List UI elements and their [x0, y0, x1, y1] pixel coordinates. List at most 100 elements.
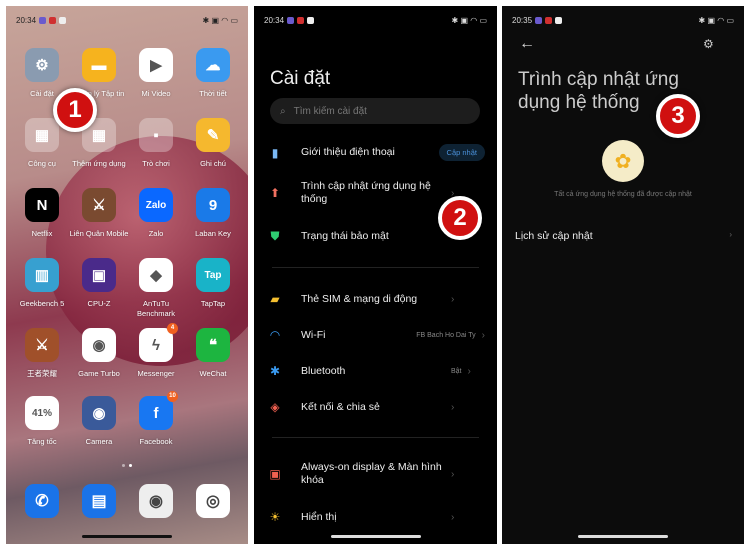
page-title: Cài đặt [270, 68, 331, 89]
status-bar: 20:34 ✱ ▣ ◠ ▭ [264, 14, 487, 26]
app-netflix[interactable]: N Netflix [12, 188, 72, 239]
item-label: Kết nối & chia sẻ [301, 400, 380, 413]
update-history-row[interactable]: Lịch sử cập nhật › [515, 230, 732, 242]
app-laban-key[interactable]: 9 Laban Key [183, 188, 243, 239]
settings-item[interactable]: ◠ Wi-Fi FB Bach Ho Dai Ty › [268, 327, 485, 343]
chevron-right-icon: › [451, 468, 455, 480]
app-label: Tăng tốc [27, 437, 57, 446]
sun-icon: ☀ [269, 510, 281, 524]
app-label: Game Turbo [78, 369, 120, 378]
arrow-up-icon: ⬆ [269, 186, 281, 200]
app-antutu-benchmark[interactable]: ◆ AnTuTu Benchmark [126, 258, 186, 319]
share-icon: ◈ [270, 400, 280, 414]
app-messenger[interactable]: ϟ 4 Messenger [126, 323, 186, 379]
step-badge-3: 3 [656, 94, 700, 138]
app-taptap[interactable]: Tap TapTap [183, 258, 243, 309]
app-label: Laban Key [195, 229, 231, 238]
clock: 20:34 [16, 15, 37, 25]
chevron-right-icon: › [451, 293, 455, 305]
divider [272, 267, 479, 268]
app-label: Messenger [137, 369, 175, 378]
app-label: Geekbench 5 [19, 299, 65, 308]
app-camera[interactable]: ◉ Camera [69, 396, 129, 447]
chevron-right-icon: › [451, 511, 455, 523]
back-arrow-icon[interactable]: ← [519, 35, 535, 53]
app-icon: ▥ [25, 258, 59, 292]
app-icon: Tap [196, 258, 230, 292]
app-icon: ❝ [196, 328, 230, 362]
app-label: Trò chơi [142, 159, 170, 168]
item-label: Thẻ SIM & mạng di động [301, 292, 418, 305]
bluetooth-icon: ✱ [269, 364, 281, 378]
app-game-turbo[interactable]: ◉ Game Turbo [69, 328, 129, 379]
dock-chrome[interactable]: ◎ [183, 484, 243, 518]
item-label: Giới thiệu điện thoại [301, 146, 395, 158]
settings-item[interactable]: ◈ Kết nối & chia sẻ › [268, 399, 485, 415]
app-icon: N [25, 188, 59, 222]
dock-camera[interactable]: ◉ [126, 484, 186, 518]
clock: 20:35 [512, 15, 533, 25]
item-label: Bluetooth [301, 364, 346, 377]
app-ghi-chú[interactable]: ✎ Ghi chú [183, 118, 243, 169]
app-liên-quân-mobile[interactable]: ⚔ Liên Quân Mobile [69, 188, 129, 239]
app-facebook[interactable]: f 10 Facebook [126, 391, 186, 447]
home-indicator[interactable] [82, 535, 172, 538]
app-label: CPU-Z [87, 299, 111, 308]
app-mi-video[interactable]: ▶ Mi Video [126, 48, 186, 99]
app-icon: ▣ [82, 258, 116, 292]
flower-icon: ✿ [602, 140, 644, 182]
item-label: Always-on display & Màn hình khóa [301, 461, 442, 486]
app-label: Netflix [31, 229, 53, 238]
dock-phone[interactable]: ✆ [12, 484, 72, 518]
app-icon: ☁ [196, 48, 230, 82]
page-indicator[interactable] [122, 464, 132, 467]
app-tăng-tốc[interactable]: 41% Tăng tốc [12, 396, 72, 447]
app-王者荣耀[interactable]: ⚔ 王者荣耀 [12, 328, 72, 379]
updater-screen: 20:35 ✱ ▣ ◠ ▭ ← ⚙ Trình cập nhật ứng dụn… [502, 6, 744, 544]
chevron-right-icon: › [451, 401, 455, 413]
messages-icon: ▤ [82, 484, 116, 518]
app-icon: ⚔ [25, 328, 59, 362]
app-icon: ⚔ [82, 188, 116, 222]
system-icons: ✱ ▣ ◠ ▭ [202, 15, 238, 25]
camera-icon: ◉ [139, 484, 173, 518]
app-geekbench-5[interactable]: ▥ Geekbench 5 [12, 258, 72, 309]
settings-item[interactable]: ▰ Thẻ SIM & mạng di động › [268, 291, 485, 307]
search-input[interactable]: ⌕ Tìm kiếm cài đặt [270, 98, 480, 124]
app-zalo[interactable]: Zalo Zalo [126, 188, 186, 239]
app-wechat[interactable]: ❝ WeChat [183, 328, 243, 379]
chevron-right-icon: › [467, 365, 471, 377]
app-icon: 9 [196, 188, 230, 222]
app-label: Zalo [148, 229, 164, 238]
app-icon: ✎ [196, 118, 230, 152]
app-label: AnTuTu Benchmark [137, 299, 175, 318]
sim-icon: ▰ [270, 292, 280, 306]
update-history-label: Lịch sử cập nhật [515, 230, 593, 242]
home-indicator[interactable] [578, 535, 668, 538]
app-label: Thêm ứng dụng [72, 159, 126, 168]
update-badge[interactable]: Cập nhật [438, 144, 485, 161]
settings-screen: 20:34 ✱ ▣ ◠ ▭ Cài đặt ⌕ Tìm kiếm cài đặt … [254, 6, 497, 544]
phone-icon: ▮ [271, 145, 279, 160]
dock-messages[interactable]: ▤ [69, 484, 129, 518]
step-badge-1: 1 [53, 88, 97, 132]
settings-item[interactable]: ▮ Giới thiệu điện thoại Cập nhật [268, 144, 485, 161]
settings-item[interactable]: ▣ Always-on display & Màn hình khóa › [268, 461, 485, 487]
app-label: WeChat [199, 369, 227, 378]
chevron-right-icon: › [481, 329, 485, 341]
app-thời-tiết[interactable]: ☁ Thời tiết [183, 48, 243, 99]
app-label: Ghi chú [200, 159, 226, 168]
status-bar: 20:35 ✱ ▣ ◠ ▭ [512, 14, 734, 26]
home-indicator[interactable] [330, 535, 421, 538]
app-trò-chơi[interactable]: ▪ Trò chơi [126, 118, 186, 169]
app-label: Thời tiết [199, 89, 227, 98]
gear-icon[interactable]: ⚙ [703, 37, 714, 51]
item-value: FB Bach Ho Dai Ty [416, 331, 476, 339]
app-label: Liên Quân Mobile [69, 229, 129, 238]
app-label: Camera [85, 437, 113, 446]
settings-item[interactable]: ✱ Bluetooth Bật › [268, 363, 485, 379]
settings-item[interactable]: ☀ Hiển thị › [268, 509, 485, 525]
app-icon: ϟ4 [139, 323, 178, 362]
app-cpu-z[interactable]: ▣ CPU-Z [69, 258, 129, 309]
app-icon: ◆ [139, 258, 173, 292]
